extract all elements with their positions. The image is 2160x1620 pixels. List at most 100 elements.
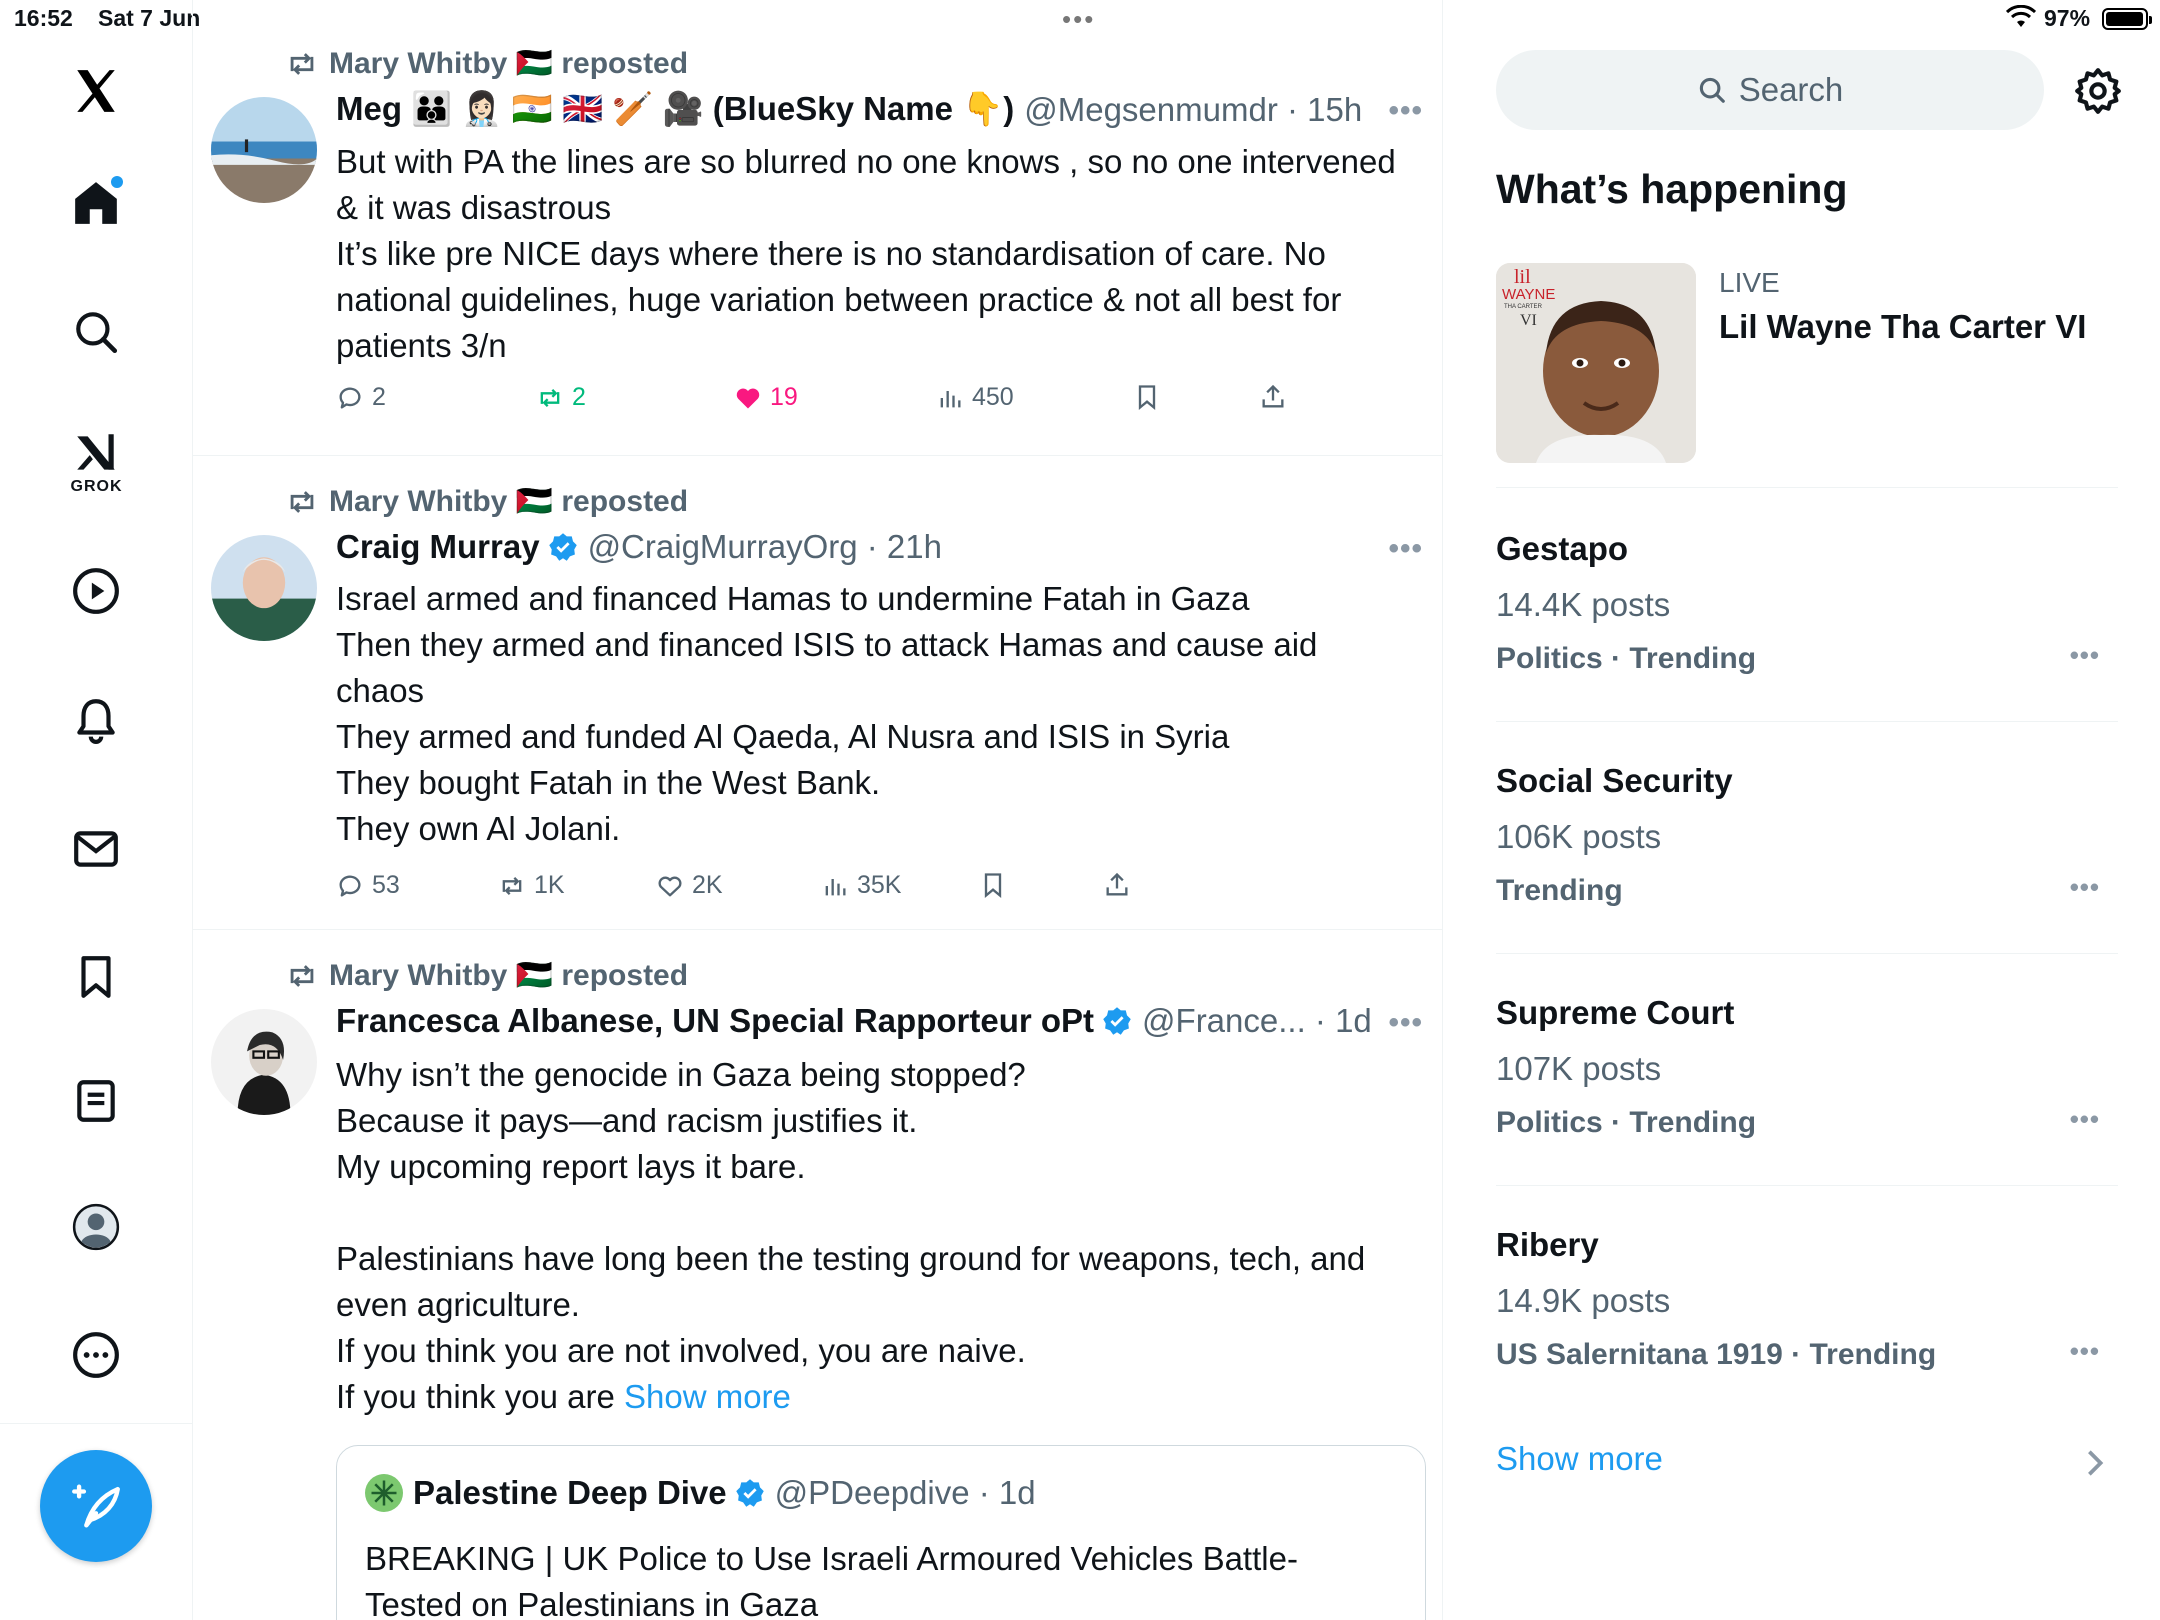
- trend-name: Supreme Court: [1496, 994, 1735, 1031]
- cover-text-carter: THA CARTER: [1504, 304, 1543, 310]
- search-icon[interactable]: [65, 301, 127, 363]
- quoted-author-avatar[interactable]: [365, 1474, 403, 1512]
- x-logo-icon[interactable]: [65, 60, 127, 122]
- quoted-author-handle[interactable]: @PDeepdive · 1d: [775, 1474, 1036, 1512]
- author-handle[interactable]: @France... · 1d: [1142, 1002, 1372, 1040]
- post-more-options[interactable]: •••: [1388, 1006, 1423, 1040]
- trend-category: Politics · Trending: [1496, 642, 1757, 675]
- trend-name: Ribery: [1496, 1226, 1599, 1263]
- verified-badge-icon: [735, 1479, 764, 1507]
- verified-badge-icon: [1103, 1007, 1131, 1035]
- trend-category: Trending: [1496, 874, 1623, 907]
- left-navigation: GROK: [0, 0, 193, 1620]
- author-name[interactable]: Francesca Albanese, UN Special Rapporteu…: [336, 1002, 1094, 1040]
- quoted-post-text: BREAKING | UK Police to Use Israeli Armo…: [365, 1540, 1298, 1620]
- repost-by-label[interactable]: Mary Whitby 🇵🇸 reposted: [329, 46, 688, 81]
- views-button[interactable]: 35K: [821, 871, 901, 900]
- author-handle[interactable]: @CraigMurrayOrg · 21h: [588, 528, 942, 566]
- post-actions: 2 2 19 450: [336, 383, 1336, 423]
- views-chart-icon: [940, 390, 961, 407]
- trend-item[interactable]: Supreme Court 107K posts Politics · Tren…: [1496, 954, 2118, 1186]
- repost-icon: [290, 964, 314, 987]
- post-more-options[interactable]: •••: [1388, 532, 1423, 566]
- bookmark-button[interactable]: [979, 871, 1007, 899]
- trend-more-options[interactable]: •••: [2070, 1104, 2100, 1135]
- views-count: 35K: [857, 871, 902, 899]
- author-avatar[interactable]: [211, 1009, 317, 1115]
- compose-post-button[interactable]: [40, 1450, 152, 1562]
- trend-item[interactable]: Gestapo 14.4K posts Politics · Trending …: [1496, 490, 2118, 722]
- post[interactable]: Mary Whitby 🇵🇸 reposted Francesca Albane…: [193, 930, 1442, 1620]
- reply-button[interactable]: 53: [336, 871, 400, 900]
- views-count: 450: [972, 383, 1014, 411]
- like-button[interactable]: 2K: [656, 871, 723, 900]
- trend-item[interactable]: Ribery 14.9K posts US Salernitana 1919 ·…: [1496, 1186, 2118, 1418]
- bookmarks-icon[interactable]: [65, 946, 127, 1008]
- cover-text-lil: lil: [1514, 266, 1531, 288]
- repost-by-label[interactable]: Mary Whitby 🇵🇸 reposted: [329, 958, 688, 993]
- post-text-body: Why isn’t the genocide in Gaza being sto…: [336, 1056, 1366, 1415]
- post-more-options[interactable]: •••: [1388, 94, 1423, 128]
- chevron-right-icon[interactable]: [2083, 1448, 2107, 1478]
- cover-text-wayne: WAYNE: [1502, 286, 1555, 303]
- post-actions: 53 1K 2K 35K: [336, 871, 1336, 911]
- grok-icon[interactable]: [65, 422, 127, 484]
- more-options-icon[interactable]: [65, 1324, 127, 1386]
- timeline-feed: Mary Whitby 🇵🇸 reposted Meg 🧑‍🧑‍🧒 👩🏻‍⚕️ …: [193, 0, 1443, 1620]
- live-event-card[interactable]: lil WAYNE THA CARTER VI LIVE Lil Wayne T…: [1496, 263, 2118, 488]
- notifications-bell-icon[interactable]: [65, 689, 127, 751]
- repost-icon: [502, 876, 522, 895]
- repost-count: 2: [572, 383, 586, 411]
- repost-indicator: Mary Whitby 🇵🇸 reposted: [285, 46, 688, 81]
- search-icon: [1699, 77, 1725, 103]
- verified-badge-icon: [548, 533, 577, 561]
- lists-icon[interactable]: [65, 1070, 127, 1132]
- repost-by-label[interactable]: Mary Whitby 🇵🇸 reposted: [329, 484, 688, 519]
- compose-feather-icon: [72, 1484, 120, 1528]
- quoted-author-name[interactable]: Palestine Deep Dive: [413, 1474, 727, 1512]
- repost-button[interactable]: 1K: [498, 871, 565, 900]
- repost-button[interactable]: 2: [536, 383, 586, 412]
- post[interactable]: Mary Whitby 🇵🇸 reposted Meg 🧑‍🧑‍🧒 👩🏻‍⚕️ …: [193, 0, 1442, 456]
- share-button[interactable]: [1259, 383, 1287, 411]
- author-name[interactable]: Craig Murray: [336, 528, 540, 566]
- author-name[interactable]: Meg 🧑‍🧑‍🧒 👩🏻‍⚕️ 🇮🇳 🇬🇧 🏏 🎥 (BlueSky Name …: [336, 90, 1014, 129]
- author-avatar[interactable]: [211, 97, 317, 203]
- profile-avatar-icon[interactable]: [65, 1196, 127, 1258]
- messages-envelope-icon[interactable]: [65, 818, 127, 880]
- grok-label: GROK: [70, 478, 123, 495]
- repost-count: 1K: [534, 871, 565, 899]
- post-header: Meg 🧑‍🧑‍🧒 👩🏻‍⚕️ 🇮🇳 🇬🇧 🏏 🎥 (BlueSky Name …: [336, 90, 1362, 129]
- share-button[interactable]: [1103, 871, 1131, 899]
- quoted-post-header: Palestine Deep Dive @PDeepdive · 1d: [365, 1474, 1036, 1512]
- post[interactable]: Mary Whitby 🇵🇸 reposted Craig Murray @Cr…: [193, 456, 1442, 930]
- author-handle[interactable]: @Megsenmumdr · 15h: [1024, 91, 1362, 129]
- trend-item[interactable]: Social Security 106K posts Trending •••: [1496, 722, 2118, 954]
- album-cover-image: lil WAYNE THA CARTER VI: [1496, 263, 1696, 463]
- search-input[interactable]: Search: [1496, 50, 2044, 130]
- trend-more-options[interactable]: •••: [2070, 1336, 2100, 1367]
- settings-gear-icon[interactable]: [2073, 66, 2123, 116]
- like-button[interactable]: 19: [734, 383, 798, 412]
- trend-post-count: 14.4K posts: [1496, 586, 1671, 623]
- views-button[interactable]: 450: [936, 383, 1014, 412]
- reply-button[interactable]: 2: [336, 383, 386, 412]
- live-title[interactable]: Lil Wayne Tha Carter VI: [1719, 308, 2086, 346]
- trend-category: Politics · Trending: [1496, 1106, 1757, 1139]
- trend-post-count: 14.9K posts: [1496, 1282, 1671, 1319]
- bookmark-button[interactable]: [1133, 383, 1161, 411]
- live-label: LIVE: [1719, 267, 1780, 298]
- trend-more-options[interactable]: •••: [2070, 872, 2100, 903]
- video-play-icon[interactable]: [65, 560, 127, 622]
- trend-more-options[interactable]: •••: [2070, 640, 2100, 671]
- home-icon[interactable]: [65, 172, 127, 234]
- repost-icon: [290, 52, 314, 75]
- show-more-trends-link[interactable]: Show more: [1496, 1440, 1663, 1478]
- bookmark-icon: [1138, 385, 1156, 410]
- show-more-link[interactable]: Show more: [624, 1378, 791, 1415]
- search-placeholder: Search: [1738, 71, 1844, 108]
- trend-name: Gestapo: [1496, 530, 1629, 567]
- quoted-post[interactable]: Palestine Deep Dive @PDeepdive · 1d BREA…: [336, 1445, 1426, 1620]
- author-avatar[interactable]: [211, 535, 317, 641]
- heart-filled-icon: [736, 388, 760, 408]
